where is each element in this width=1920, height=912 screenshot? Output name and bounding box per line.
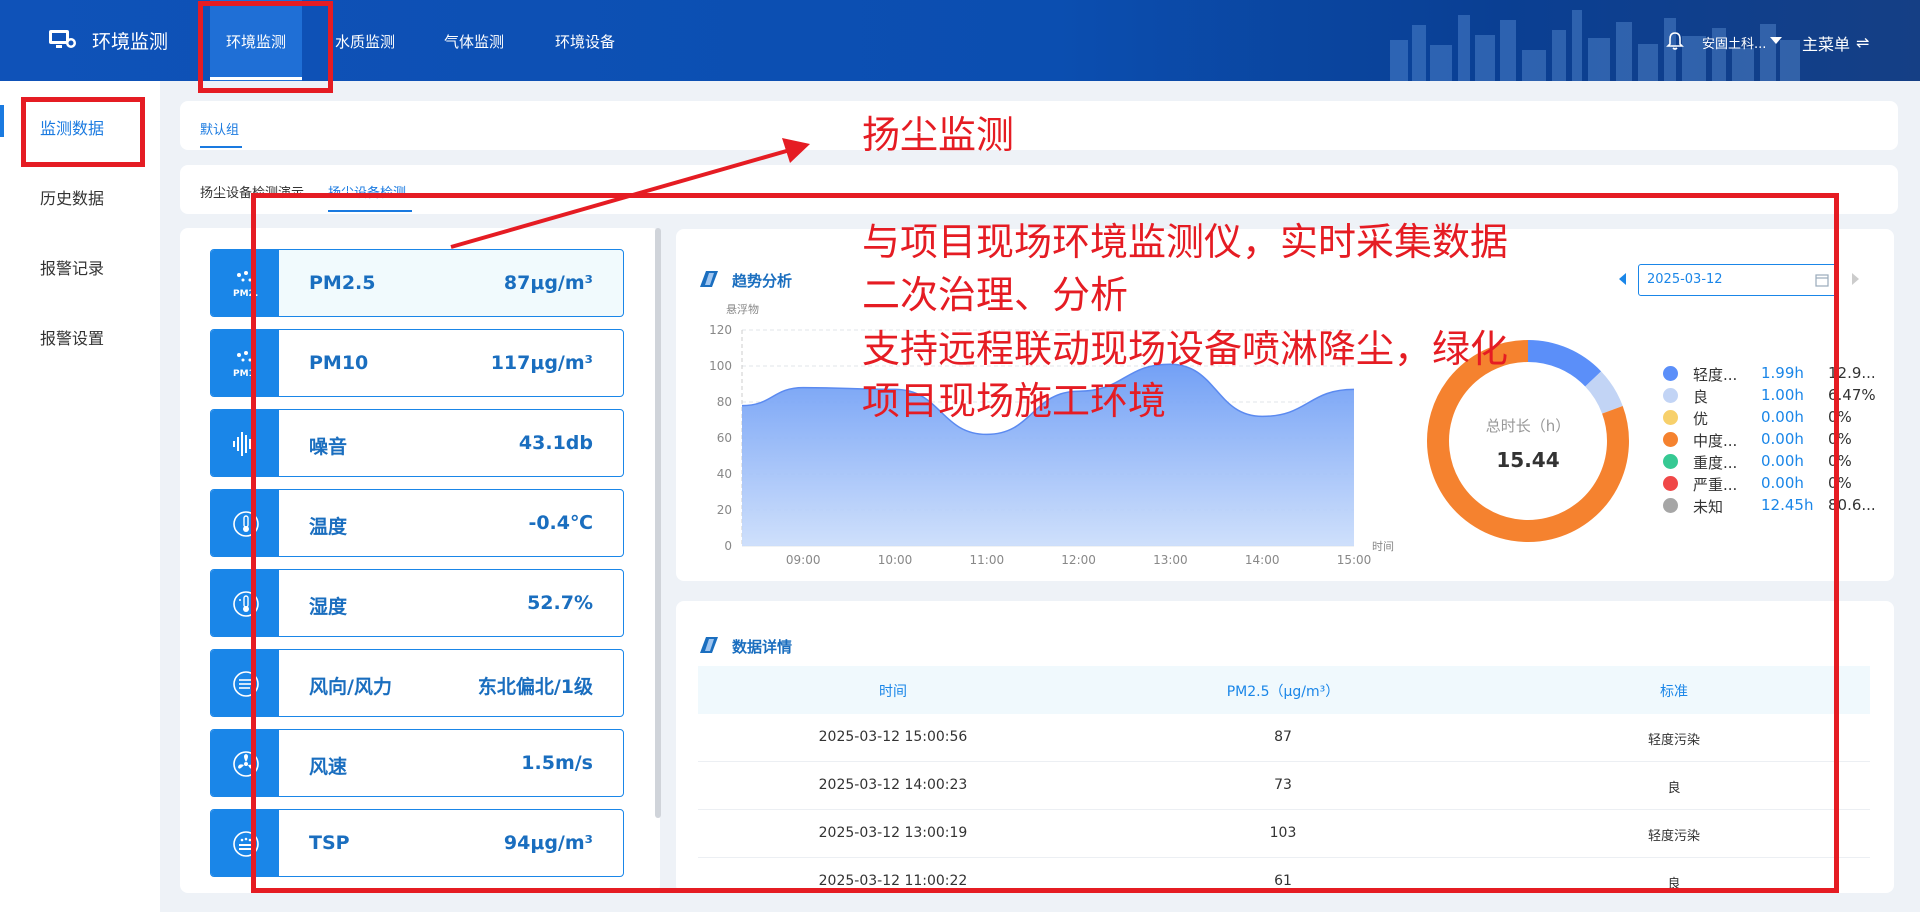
annotation-heading: 扬尘监测 bbox=[862, 113, 1015, 157]
annotation-line-4: 项目现场施工环境 bbox=[862, 379, 1167, 423]
annotation-line-2: 二次治理、分析 bbox=[862, 273, 1129, 317]
annotation-line-3: 支持远程联动现场设备喷淋降尘，绿化 bbox=[862, 327, 1509, 371]
annotation-line-1: 与项目现场环境监测仪，实时采集数据 bbox=[862, 220, 1509, 264]
